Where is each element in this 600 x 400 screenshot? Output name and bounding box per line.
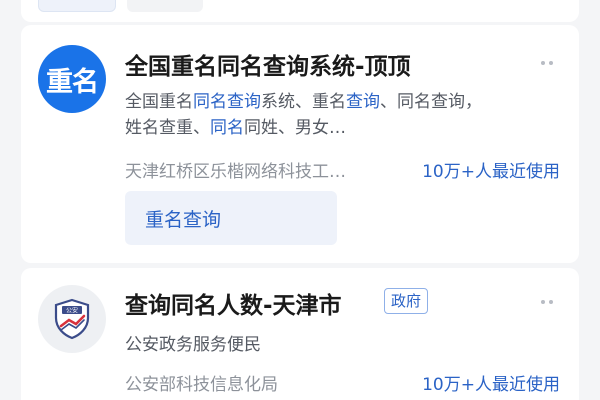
mini-program-result-card[interactable]: 重名 全国重名同名查询系统-顶顶 全国重名同名查询系统、重名查询、同名查询， 姓…: [21, 25, 579, 263]
description-segment: 全国重名: [125, 92, 193, 112]
result-source: 公安部科技信息化局: [125, 375, 278, 395]
app-logo-text: 重名: [46, 66, 99, 98]
logo-label: 公安: [66, 307, 78, 315]
description-segment: 系统、重名: [261, 92, 346, 112]
police-shield-icon: 公安: [54, 298, 90, 340]
description-line: 全国重名同名查询系统、重名查询、同名查询，: [125, 89, 555, 115]
result-title[interactable]: 全国重名同名查询系统-顶顶: [125, 47, 411, 81]
more-options-icon[interactable]: [541, 61, 553, 65]
result-source: 天津红桥区乐楷网络科技工…: [125, 162, 346, 182]
mini-program-result-card[interactable]: 公安 查询同名人数-天津市 政府 公安政务服务便民 公安部科技信息化局 10万+…: [21, 268, 579, 400]
description-segment: 同姓、男女…: [244, 118, 346, 138]
app-logo[interactable]: 公安: [38, 285, 106, 353]
description-highlight: 同名: [210, 118, 244, 138]
filter-pill[interactable]: [127, 0, 203, 12]
more-options-icon[interactable]: [541, 300, 553, 304]
result-title[interactable]: 查询同名人数-天津市: [125, 286, 342, 320]
previous-card-fragment: [21, 0, 579, 22]
result-description: 公安政务服务便民: [125, 335, 261, 355]
description-segment: 姓名查重、: [125, 118, 210, 138]
description-highlight: 同名查询: [193, 92, 261, 112]
description-highlight: 查询: [346, 92, 380, 112]
result-description: 全国重名同名查询系统、重名查询、同名查询， 姓名查重、同名同姓、男女…: [125, 89, 555, 141]
filter-pill[interactable]: [38, 0, 116, 12]
name-query-button[interactable]: 重名查询: [125, 191, 337, 245]
description-segment: 、同名查询，: [380, 92, 482, 112]
description-line: 姓名查重、同名同姓、男女…: [125, 115, 555, 141]
app-logo[interactable]: 重名: [38, 45, 106, 113]
usage-count: 10万+人最近使用: [422, 162, 560, 182]
government-badge: 政府: [384, 288, 429, 314]
usage-count: 10万+人最近使用: [422, 375, 560, 395]
